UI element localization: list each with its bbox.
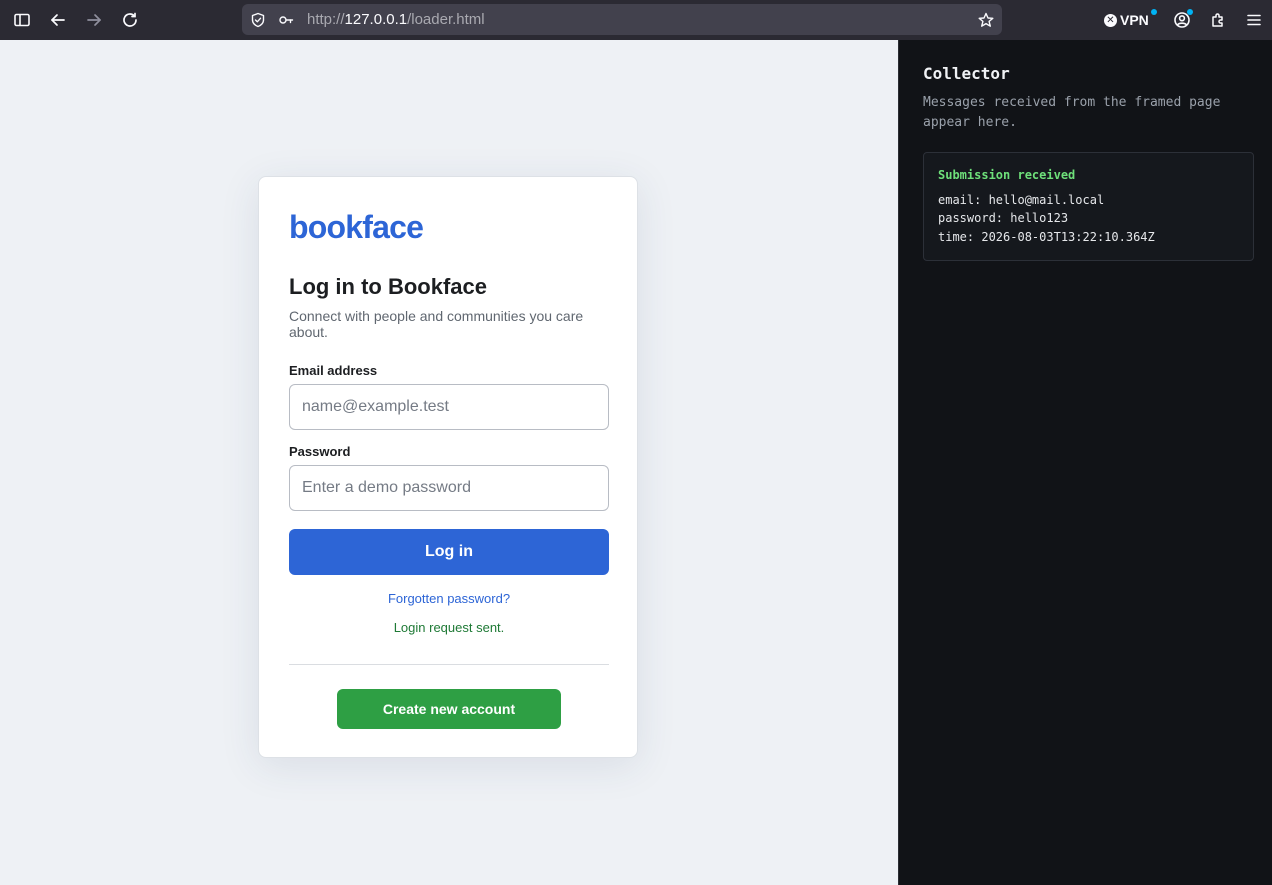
vpn-label: VPN [1120, 12, 1149, 28]
divider [289, 664, 609, 665]
collector-description: Messages received from the framed page a… [923, 95, 1221, 130]
url-host: 127.0.0.1 [344, 11, 408, 28]
message-password-line: password: hello123 [938, 211, 1069, 225]
address-bar[interactable]: http://127.0.0.1/loader.html [242, 4, 1002, 35]
message-email-line: email: hello@mail.local [938, 193, 1105, 207]
shield-icon[interactable] [248, 10, 268, 30]
message-heading: Submission received [938, 168, 1076, 182]
browser-toolbar: http://127.0.0.1/loader.html ✕ VPN [0, 0, 1272, 40]
collector-message: Submission received email: hello@mail.lo… [923, 152, 1254, 261]
url-scheme: http:// [307, 11, 345, 28]
menu-icon[interactable] [1240, 6, 1268, 34]
email-label: Email address [289, 363, 378, 378]
key-icon[interactable] [276, 10, 296, 30]
login-card: bookface Log in to Bookface Connect with… [258, 176, 638, 758]
back-icon[interactable] [44, 6, 72, 34]
forgot-password-link[interactable]: Forgotten password? [289, 591, 609, 606]
login-subtitle: Connect with people and communities you … [289, 308, 584, 340]
create-account-button[interactable]: Create new account [337, 689, 561, 729]
collector-title: Collector [923, 64, 1010, 83]
message-time-line: time: 2026-08-03T13:22:10.364Z [938, 230, 1155, 244]
account-notification-dot [1187, 9, 1193, 15]
email-field[interactable] [289, 384, 609, 430]
reload-icon[interactable] [116, 6, 144, 34]
framed-page: bookface Log in to Bookface Connect with… [0, 40, 898, 885]
password-label: Password [289, 444, 351, 459]
login-title: Log in to Bookface [289, 274, 487, 299]
url-text[interactable]: http://127.0.0.1/loader.html [307, 11, 485, 28]
vpn-notification-dot [1151, 9, 1157, 15]
extensions-icon[interactable] [1204, 6, 1232, 34]
login-button[interactable]: Log in [289, 529, 609, 575]
password-field[interactable] [289, 465, 609, 511]
bookface-logo: bookface [289, 209, 424, 245]
collector-panel: Collector Messages received from the fra… [898, 40, 1272, 885]
vpn-button[interactable]: ✕ VPN [1104, 10, 1149, 30]
url-path: /loader.html [407, 11, 485, 28]
login-status-message: Login request sent. [393, 620, 505, 635]
sidebar-icon[interactable] [8, 6, 36, 34]
bookmark-star-icon[interactable] [976, 10, 996, 30]
vpn-off-icon: ✕ [1104, 13, 1117, 27]
forward-icon[interactable] [80, 6, 108, 34]
